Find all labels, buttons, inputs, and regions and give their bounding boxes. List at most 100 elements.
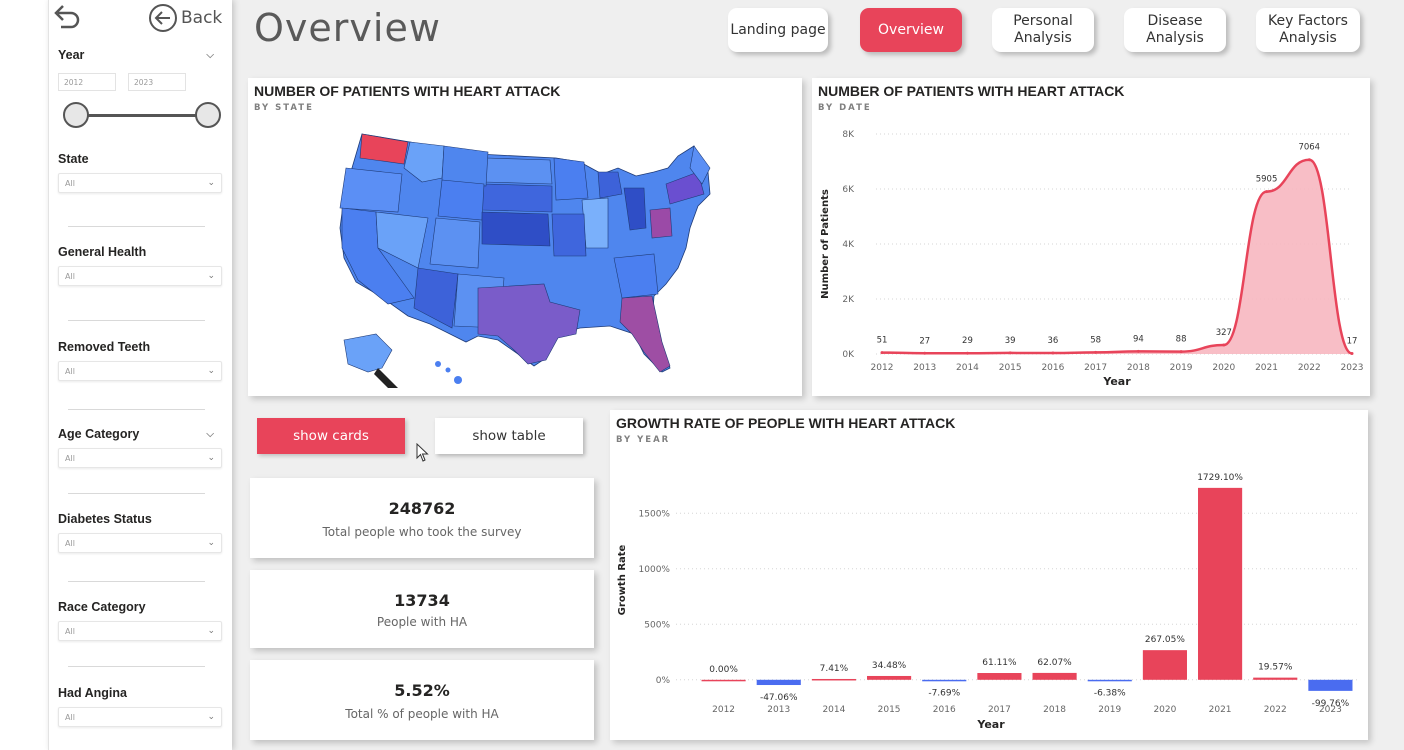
- bar: [1308, 679, 1353, 691]
- state-minnesota[interactable]: [553, 157, 589, 201]
- people-with-ha-card: 13734 People with HA: [250, 570, 594, 648]
- data-label: 34.48%: [872, 661, 907, 671]
- year-slider-end-handle[interactable]: [195, 102, 221, 128]
- bar: [977, 673, 1022, 680]
- state-dropdown[interactable]: All ⌄: [58, 173, 222, 193]
- bar: [867, 675, 912, 680]
- x-tick-label: 2013: [913, 363, 936, 373]
- state-north-dakota[interactable]: [483, 157, 553, 185]
- state-wisconsin[interactable]: [597, 171, 623, 199]
- data-label: 7064: [1298, 143, 1320, 153]
- race-category-dropdown[interactable]: All ⌄: [58, 621, 222, 641]
- state-south-dakota[interactable]: [481, 183, 553, 213]
- data-label: -6.38%: [1094, 689, 1126, 699]
- state-oregon[interactable]: [339, 167, 403, 213]
- chevron-down-icon[interactable]: ⌵: [206, 50, 214, 61]
- y-tick-label: 1500%: [639, 509, 671, 519]
- diabetes-status-slicer: Diabetes Status All ⌄: [58, 512, 222, 553]
- age-category-slicer-title: Age Category: [58, 427, 140, 441]
- x-tick-label: 2016: [1041, 363, 1064, 373]
- data-label: 17: [1347, 337, 1358, 347]
- state-alaska[interactable]: [343, 333, 393, 373]
- y-axis-title: Number of Patients: [820, 189, 831, 299]
- state-montana[interactable]: [441, 145, 489, 187]
- back-circle-icon: [149, 4, 177, 32]
- race-category-slicer-title: Race Category: [58, 600, 146, 614]
- divider: [68, 581, 205, 582]
- general-health-slicer: General Health All ⌄: [58, 245, 222, 286]
- year-slider-track[interactable]: [76, 114, 208, 117]
- people-with-ha-value: 13734: [394, 591, 450, 610]
- state-missouri[interactable]: [551, 213, 587, 257]
- state-wyoming[interactable]: [437, 179, 485, 221]
- data-label: 62.07%: [1037, 658, 1072, 668]
- show-cards-button[interactable]: show cards: [257, 418, 405, 454]
- divider: [68, 409, 205, 410]
- chevron-down-icon[interactable]: ⌵: [206, 429, 214, 440]
- y-tick-label: 0%: [656, 676, 671, 686]
- general-health-dropdown[interactable]: All ⌄: [58, 266, 222, 286]
- nav-personal-analysis-button[interactable]: Personal Analysis: [992, 8, 1094, 52]
- state-colorado[interactable]: [429, 217, 481, 269]
- data-point: [965, 351, 969, 355]
- x-tick-label: 2022: [1298, 363, 1321, 373]
- year-slicer-title: Year: [58, 48, 85, 62]
- data-label: 27: [919, 336, 930, 346]
- us-state-map[interactable]: [318, 128, 738, 388]
- year-slider-start-handle[interactable]: [63, 102, 89, 128]
- nav-disease-analysis-button[interactable]: Disease Analysis: [1124, 8, 1226, 52]
- state-hawaii-island[interactable]: [435, 361, 441, 367]
- state-illinois[interactable]: [581, 197, 609, 249]
- bar: [756, 679, 801, 686]
- x-tick-label: 2023: [1319, 705, 1342, 715]
- state-hawaii-island[interactable]: [445, 367, 451, 373]
- nav-landing-page-button[interactable]: Landing page: [728, 8, 828, 52]
- state-kansas-nebraska[interactable]: [481, 211, 551, 247]
- y-tick-label: 2K: [842, 295, 855, 305]
- undo-arrow-icon[interactable]: [52, 2, 82, 32]
- y-tick-label: 6K: [842, 185, 855, 195]
- nav-key-factors-analysis-button[interactable]: Key Factors Analysis: [1256, 8, 1360, 52]
- back-button[interactable]: Back: [148, 3, 222, 33]
- data-point: [923, 351, 927, 355]
- bar: [922, 679, 967, 682]
- age-category-dropdown[interactable]: All ⌄: [58, 448, 222, 468]
- state-florida[interactable]: [619, 295, 671, 373]
- y-tick-label: 0K: [842, 350, 855, 360]
- data-label: 94: [1133, 334, 1144, 344]
- removed-teeth-slicer-title: Removed Teeth: [58, 340, 151, 354]
- removed-teeth-dropdown-value: All: [65, 366, 75, 376]
- x-tick-label: 2020: [1153, 705, 1176, 715]
- chevron-down-icon: ⌄: [207, 271, 215, 281]
- x-tick-label: 2014: [956, 363, 979, 373]
- total-survey-card: 248762 Total people who took the survey: [250, 478, 594, 558]
- year-from-input[interactable]: 2012: [58, 73, 116, 91]
- race-category-dropdown-value: All: [65, 626, 75, 636]
- nav-overview-button[interactable]: Overview: [860, 8, 962, 52]
- data-point: [1350, 352, 1354, 356]
- x-tick-label: 2017: [1084, 363, 1107, 373]
- state-ohio[interactable]: [649, 207, 673, 239]
- y-tick-label: 8K: [842, 130, 855, 140]
- had-angina-slicer-title: Had Angina: [58, 686, 127, 700]
- show-table-button[interactable]: show table: [435, 418, 583, 454]
- divider: [68, 320, 205, 321]
- diabetes-status-dropdown[interactable]: All ⌄: [58, 533, 222, 553]
- removed-teeth-dropdown[interactable]: All ⌄: [58, 361, 222, 381]
- x-tick-label: 2022: [1264, 705, 1287, 715]
- total-survey-value: 248762: [388, 499, 456, 518]
- data-label: 7.41%: [820, 664, 849, 674]
- patients-by-date-chart: 0K 2K 4K 6K 8K 51 2012 27 2013 29 2014 39 2015 36 2016…: [820, 130, 1363, 388]
- data-point: [1094, 350, 1098, 354]
- x-tick-label: 2016: [933, 705, 956, 715]
- data-label: 88: [1176, 335, 1187, 345]
- had-angina-dropdown[interactable]: All ⌄: [58, 707, 222, 727]
- year-to-input[interactable]: 2023: [128, 73, 186, 91]
- x-tick-label: 2019: [1098, 705, 1121, 715]
- divider: [68, 666, 205, 667]
- data-label: 51: [877, 336, 888, 346]
- state-georgia[interactable]: [613, 253, 659, 299]
- state-hawaii-island[interactable]: [454, 376, 462, 384]
- x-tick-label: 2021: [1209, 705, 1232, 715]
- state-alaska-panhandle[interactable]: [374, 368, 400, 388]
